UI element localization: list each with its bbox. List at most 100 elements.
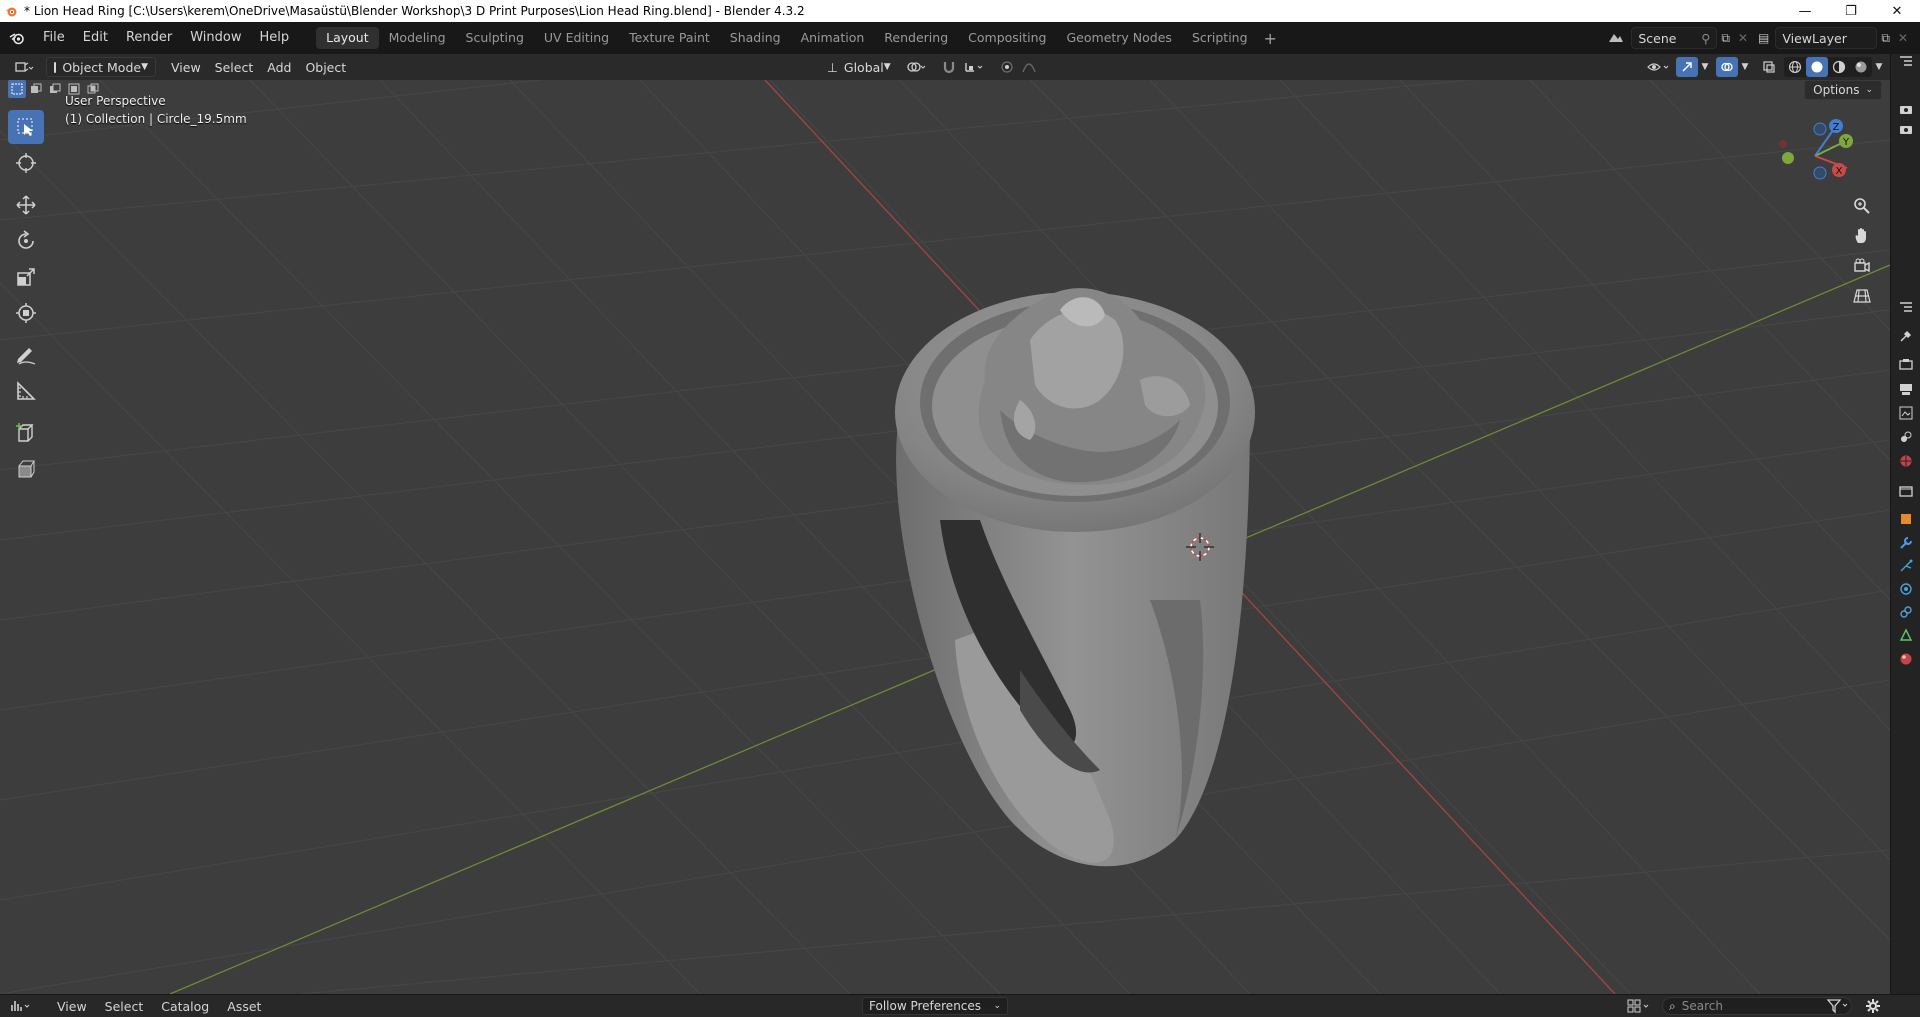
menu-window[interactable]: Window xyxy=(181,22,250,54)
output-properties-icon[interactable] xyxy=(1896,380,1916,398)
scene-field[interactable]: Scene ⚲ xyxy=(1631,27,1718,49)
remove-scene-icon[interactable]: ✕ xyxy=(1738,31,1748,45)
gizmo-toggle-icon[interactable] xyxy=(1676,57,1698,77)
move-tool[interactable] xyxy=(8,188,44,222)
navigation-gizmo[interactable]: Z Y X xyxy=(1775,116,1855,196)
asset-search-input[interactable]: ⌕ Search xyxy=(1662,997,1852,1015)
asset-menu-catalog[interactable]: Catalog xyxy=(152,995,218,1017)
properties-toggle-icon[interactable] xyxy=(1896,298,1916,316)
wireframe-shading-icon[interactable] xyxy=(1784,57,1806,77)
tab-rendering[interactable]: Rendering xyxy=(874,27,958,49)
render-camera-icon[interactable] xyxy=(1896,120,1916,138)
view-layer-icon[interactable]: ▤ xyxy=(1758,31,1769,45)
transform-tool[interactable] xyxy=(8,296,44,330)
render-properties-icon[interactable] xyxy=(1896,355,1916,373)
tab-modeling[interactable]: Modeling xyxy=(379,27,456,49)
tab-animation[interactable]: Animation xyxy=(791,27,875,49)
snap-target-icon[interactable] xyxy=(960,57,990,77)
chevron-down-icon[interactable]: ▼ xyxy=(1698,57,1712,77)
material-icon[interactable] xyxy=(1896,650,1916,668)
remove-view-layer-icon[interactable]: ✕ xyxy=(1898,31,1908,45)
perspective-grid-icon[interactable] xyxy=(1848,282,1876,310)
pin-icon[interactable]: ⚲ xyxy=(1701,31,1710,46)
object-mode-dropdown[interactable]: Object Mode ▼ xyxy=(46,57,156,77)
asset-editor-type-icon[interactable] xyxy=(10,999,40,1013)
tab-compositing[interactable]: Compositing xyxy=(958,27,1056,49)
scene-icon[interactable] xyxy=(1607,30,1625,47)
selectability-visibility-icon[interactable] xyxy=(1642,57,1676,77)
asset-menu-view[interactable]: View xyxy=(48,995,96,1017)
annotate-tool[interactable] xyxy=(8,338,44,372)
proportional-falloff-icon[interactable] xyxy=(1018,57,1040,77)
viewport-scene[interactable] xyxy=(0,80,1890,994)
tab-texture-paint[interactable]: Texture Paint xyxy=(619,27,720,49)
tool-properties-icon[interactable] xyxy=(1896,327,1916,345)
tab-sculpting[interactable]: Sculpting xyxy=(456,27,534,49)
viewport-menu-select[interactable]: Select xyxy=(208,57,261,77)
restore-button[interactable]: ❐ xyxy=(1828,0,1874,22)
viewport-menu-object[interactable]: Object xyxy=(298,57,353,77)
pan-hand-icon[interactable] xyxy=(1848,222,1876,250)
add-workspace-plus-icon[interactable]: + xyxy=(1264,29,1277,48)
proportional-editing-icon[interactable] xyxy=(996,57,1018,77)
rendered-shading-icon[interactable] xyxy=(1850,57,1872,77)
chevron-down-icon[interactable]: ▼ xyxy=(1872,57,1886,77)
menu-edit[interactable]: Edit xyxy=(74,22,117,54)
viewport-menu-add[interactable]: Add xyxy=(260,57,298,77)
scene-properties-icon[interactable] xyxy=(1896,428,1916,446)
select-box-tool[interactable] xyxy=(8,110,44,144)
menu-help[interactable]: Help xyxy=(251,22,299,54)
import-method-dropdown[interactable]: Follow Preferences ⌄ xyxy=(862,997,1008,1015)
scale-tool[interactable] xyxy=(8,260,44,294)
extrude-tool[interactable] xyxy=(8,452,44,486)
measure-tool[interactable] xyxy=(8,374,44,408)
view-layer-field[interactable]: ViewLayer xyxy=(1775,27,1878,49)
new-scene-icon[interactable]: ⧉ xyxy=(1721,31,1730,46)
snap-magnet-icon[interactable] xyxy=(938,57,960,77)
transform-orientation-dropdown[interactable]: ⊥ Global ▼ xyxy=(820,57,896,77)
close-button[interactable]: ✕ xyxy=(1874,0,1920,22)
overlays-toggle-icon[interactable] xyxy=(1716,57,1738,77)
viewport-menu-view[interactable]: View xyxy=(164,57,208,77)
tab-geometry-nodes[interactable]: Geometry Nodes xyxy=(1057,27,1182,49)
display-mode-grid-icon[interactable] xyxy=(1626,998,1652,1014)
chevron-down-icon[interactable]: ▼ xyxy=(1738,57,1752,77)
cursor-tool[interactable] xyxy=(8,146,44,180)
blender-menu-icon[interactable] xyxy=(0,31,34,45)
select-extend-icon[interactable] xyxy=(27,80,45,98)
collection-properties-icon[interactable] xyxy=(1896,482,1916,500)
menu-render[interactable]: Render xyxy=(117,22,181,54)
3d-viewport[interactable]: User Perspective (1) Collection | Circle… xyxy=(0,80,1890,994)
camera-icon[interactable] xyxy=(1896,100,1916,118)
tab-layout[interactable]: Layout xyxy=(316,27,379,49)
pivot-point-icon[interactable] xyxy=(902,57,932,77)
viewport-options-button[interactable]: Options ⌄ xyxy=(1804,80,1882,100)
particles-icon[interactable] xyxy=(1896,557,1916,575)
physics-icon[interactable] xyxy=(1896,580,1916,598)
preferences-gear-icon[interactable] xyxy=(1862,997,1884,1015)
material-preview-shading-icon[interactable] xyxy=(1828,57,1850,77)
filter-funnel-icon[interactable] xyxy=(1826,998,1852,1014)
select-subtract-icon[interactable] xyxy=(46,80,64,98)
add-cube-tool[interactable] xyxy=(8,416,44,450)
select-new-icon[interactable] xyxy=(8,80,26,98)
xray-toggle-icon[interactable] xyxy=(1758,57,1780,77)
camera-view-icon[interactable] xyxy=(1848,252,1876,280)
rotate-tool[interactable] xyxy=(8,224,44,258)
tab-uv-editing[interactable]: UV Editing xyxy=(534,27,619,49)
sidebar-toggle-icon[interactable] xyxy=(1896,52,1916,70)
tab-scripting[interactable]: Scripting xyxy=(1182,27,1258,49)
new-view-layer-icon[interactable]: ⧉ xyxy=(1881,31,1890,46)
view-layer-properties-icon[interactable] xyxy=(1896,404,1916,422)
modifier-wrench-icon[interactable] xyxy=(1896,534,1916,552)
minimize-button[interactable]: — xyxy=(1782,0,1828,22)
world-properties-icon[interactable] xyxy=(1896,452,1916,470)
menu-file[interactable]: File xyxy=(34,22,74,54)
object-properties-icon[interactable] xyxy=(1896,510,1916,528)
zoom-magnifier-icon[interactable] xyxy=(1848,192,1876,220)
asset-menu-asset[interactable]: Asset xyxy=(218,995,270,1017)
tab-shading[interactable]: Shading xyxy=(720,27,791,49)
asset-menu-select[interactable]: Select xyxy=(96,995,153,1017)
editor-type-button[interactable] xyxy=(6,57,42,77)
object-data-icon[interactable] xyxy=(1896,626,1916,644)
